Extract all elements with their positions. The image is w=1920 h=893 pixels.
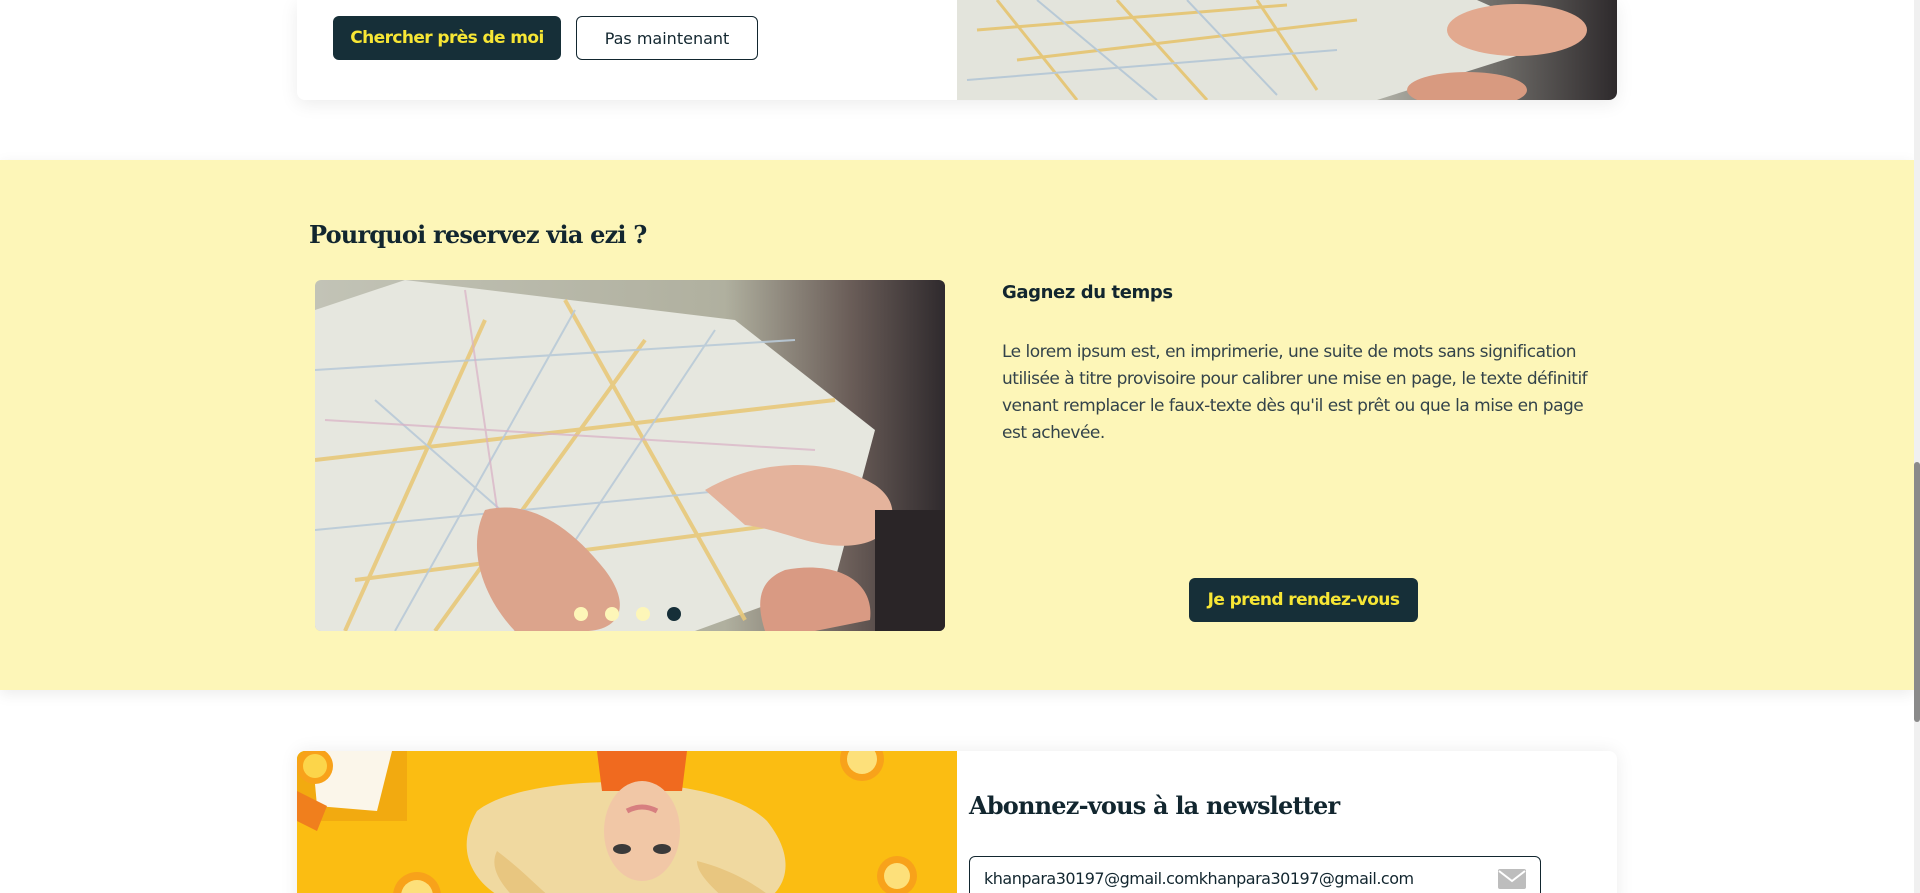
image-carousel[interactable] <box>315 280 945 631</box>
newsletter-title: Abonnez-vous à la newsletter <box>969 791 1340 820</box>
carousel-dot-1[interactable] <box>574 607 588 621</box>
carousel-dots <box>315 607 945 621</box>
email-input[interactable] <box>984 865 1484 891</box>
map-hands-image <box>315 280 945 631</box>
page-scrollbar[interactable] <box>1914 0 1920 893</box>
newsletter-email-field <box>969 856 1541 893</box>
not-now-button[interactable]: Pas maintenant <box>576 16 758 60</box>
scrollbar-thumb[interactable] <box>1914 462 1920 722</box>
book-appointment-button[interactable]: Je prend rendez-vous <box>1189 578 1418 622</box>
mail-icon[interactable] <box>1498 869 1526 889</box>
carousel-dot-3[interactable] <box>636 607 650 621</box>
section-title: Pourquoi reservez via ezi ? <box>309 220 647 249</box>
page: Chercher près de moi Pas maintenant Pour… <box>0 0 1920 893</box>
feature-title: Gagnez du temps <box>1002 282 1173 303</box>
woman-oranges-image <box>297 751 957 893</box>
carousel-dot-2[interactable] <box>605 607 619 621</box>
newsletter-photo <box>297 751 957 893</box>
carousel-dot-4[interactable] <box>667 607 681 621</box>
map-hands-image <box>957 0 1617 100</box>
search-nearby-button[interactable]: Chercher près de moi <box>333 16 561 60</box>
map-photo <box>957 0 1617 100</box>
newsletter-card: Abonnez-vous à la newsletter <box>297 751 1617 893</box>
feature-description: Le lorem ipsum est, en imprimerie, une s… <box>1002 342 1588 443</box>
locate-card: Chercher près de moi Pas maintenant <box>297 0 1617 100</box>
why-ezi-section: Pourquoi reservez via ezi ? Gagnez du te… <box>0 160 1914 690</box>
